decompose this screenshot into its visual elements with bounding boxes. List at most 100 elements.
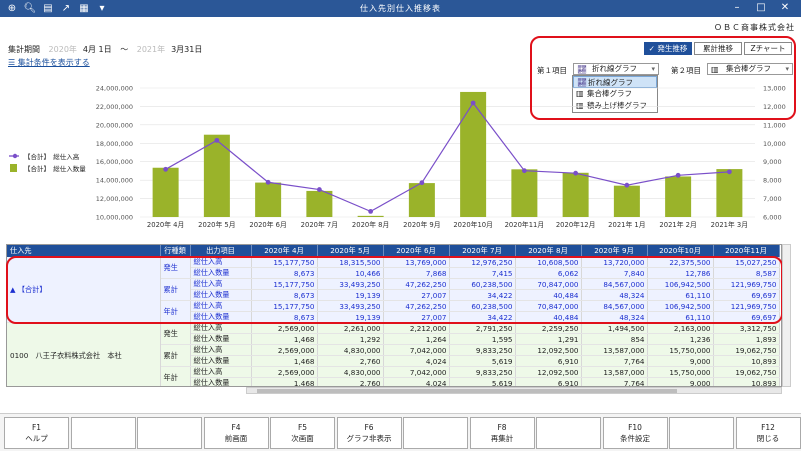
window-title: 仕入先別仕入推移表 <box>360 4 441 13</box>
line-point <box>470 100 476 106</box>
y-left-tick-label: 16,000,000 <box>96 158 133 166</box>
show-conditions-link[interactable]: ☰ 集計条件を表示する <box>8 57 90 68</box>
x-tick-label: 2020年 8月 <box>352 220 389 229</box>
function-key-label: 次画面 <box>291 434 314 443</box>
value-cell: 1,292 <box>317 333 384 345</box>
function-key-9[interactable] <box>536 417 601 449</box>
line-point <box>624 182 630 188</box>
period-sep: 〜 <box>120 45 129 54</box>
function-key-number: F1 <box>31 423 42 432</box>
value-cell: 5,619 <box>449 377 516 386</box>
value-cell: 4,830,000 <box>317 344 384 356</box>
x-tick-label: 2021年 3月 <box>711 220 748 229</box>
value-cell: 13,587,000 <box>581 366 648 378</box>
function-key-number: F12 <box>761 423 775 432</box>
value-cell: 7,764 <box>581 377 648 386</box>
x-tick-label: 2020年 6月 <box>249 220 286 229</box>
function-key-8[interactable]: F8 再集計 <box>469 417 535 449</box>
value-cell: 7,042,000 <box>383 366 450 378</box>
x-tick-label: 2021年 1月 <box>608 220 645 229</box>
y-right-tick-label: 7,000 <box>763 195 782 203</box>
period-to-year: 2021年 <box>136 45 166 54</box>
function-key-1[interactable]: F1 ヘルプ <box>4 417 69 449</box>
y-left-tick-label: 10,000,000 <box>96 214 133 222</box>
value-cell: 2,760 <box>317 377 384 386</box>
x-tick-label: 2020年 9月 <box>403 220 440 229</box>
value-cell: 2,569,000 <box>251 322 318 334</box>
close-icon[interactable]: ✕ <box>773 1 797 15</box>
supplier-cell: 0100 八王子衣料株式会社 本社 <box>7 322 161 386</box>
row-kind-cell: 発生 <box>160 322 191 345</box>
function-key-label: ヘルプ <box>25 434 48 443</box>
function-key-number: F6 <box>364 423 374 432</box>
annotation-box-controls <box>530 36 796 120</box>
scrollbar-thumb[interactable] <box>257 389 677 393</box>
line-point <box>521 168 527 174</box>
x-tick-label: 2021年 2月 <box>659 220 696 229</box>
function-key-12[interactable]: F12 閉じる <box>735 417 801 449</box>
output-item-cell: 総仕入数量 <box>190 377 252 386</box>
x-tick-label: 2020年 5月 <box>198 220 235 229</box>
line-point <box>368 208 374 214</box>
value-cell: 2,760 <box>317 355 384 367</box>
row-kind-cell: 年計 <box>160 366 191 386</box>
horizontal-scrollbar[interactable] <box>246 387 782 394</box>
value-cell: 4,830,000 <box>317 366 384 378</box>
minimize-icon[interactable]: – <box>725 1 749 15</box>
value-cell: 1,893 <box>713 333 780 345</box>
bar <box>613 185 640 217</box>
function-key-number: F10 <box>628 423 642 432</box>
value-cell: 9,833,250 <box>449 344 516 356</box>
table-row[interactable]: 0100 八王子衣料株式会社 本社 発生 総仕入高 2,569,000 2,261,00… <box>7 322 780 386</box>
function-key-2[interactable] <box>70 417 136 449</box>
line-point <box>316 187 322 192</box>
function-key-5[interactable]: F5 次画面 <box>270 417 335 449</box>
bar <box>255 182 282 217</box>
value-cell: 10,893 <box>713 355 780 367</box>
value-cell: 1,468 <box>251 377 318 386</box>
value-cell: 4,024 <box>383 355 450 367</box>
period-from: 4月 1日 <box>82 45 112 54</box>
value-cell: 2,569,000 <box>251 366 318 378</box>
x-tick-label: 2020年 7月 <box>301 220 338 229</box>
value-cell: 12,092,500 <box>515 366 582 378</box>
value-cell: 6,910 <box>515 377 582 386</box>
function-key-3[interactable] <box>137 417 202 449</box>
y-left-tick-label: 14,000,000 <box>96 177 133 185</box>
y-left-tick-label: 20,000,000 <box>96 121 133 129</box>
value-cell: 2,212,000 <box>383 322 450 334</box>
output-item-cell: 総仕入高 <box>190 344 252 356</box>
function-key-4[interactable]: F4 前画面 <box>203 417 269 449</box>
show-conditions-label[interactable]: 集計条件を表示する <box>18 58 90 67</box>
function-key-label: 条件設定 <box>620 434 650 443</box>
line-point <box>675 172 681 178</box>
value-cell: 15,750,000 <box>647 344 714 356</box>
title-bar: ⊕ 🔍︎ ▤ ↗ ▦ ▾ 仕入先別仕入推移表 – □ ✕ <box>0 0 801 17</box>
y-right-tick-label: 10,000 <box>763 140 786 148</box>
function-key-number: F5 <box>297 423 308 432</box>
y-right-tick-label: 6,000 <box>763 214 782 222</box>
value-cell: 6,910 <box>515 355 582 367</box>
line-point <box>573 170 579 176</box>
vertical-scrollbar[interactable] <box>782 244 791 387</box>
x-tick-label: 2020年10月 <box>453 220 493 229</box>
bar <box>357 215 384 217</box>
value-cell: 7,042,000 <box>383 344 450 356</box>
maximize-icon[interactable]: □ <box>749 1 773 15</box>
function-key-number: F8 <box>497 423 507 432</box>
function-key-6[interactable]: F6 グラフ非表示 <box>336 417 402 449</box>
output-item-cell: 総仕入高 <box>190 366 252 378</box>
value-cell: 1,264 <box>383 333 450 345</box>
function-key-10[interactable]: F10 条件設定 <box>602 417 668 449</box>
y-right-tick-label: 11,000 <box>763 121 786 129</box>
function-key-label: 再集計 <box>490 434 514 443</box>
y-left-tick-label: 18,000,000 <box>96 140 133 148</box>
value-cell: 1,291 <box>515 333 582 345</box>
bar <box>716 169 743 217</box>
value-cell: 7,764 <box>581 355 648 367</box>
function-key-label: 前画面 <box>224 434 248 443</box>
function-key-11[interactable] <box>669 417 734 449</box>
value-cell: 1,468 <box>251 333 318 345</box>
function-key-7[interactable] <box>403 417 468 449</box>
period-to: 3月31日 <box>171 45 203 54</box>
